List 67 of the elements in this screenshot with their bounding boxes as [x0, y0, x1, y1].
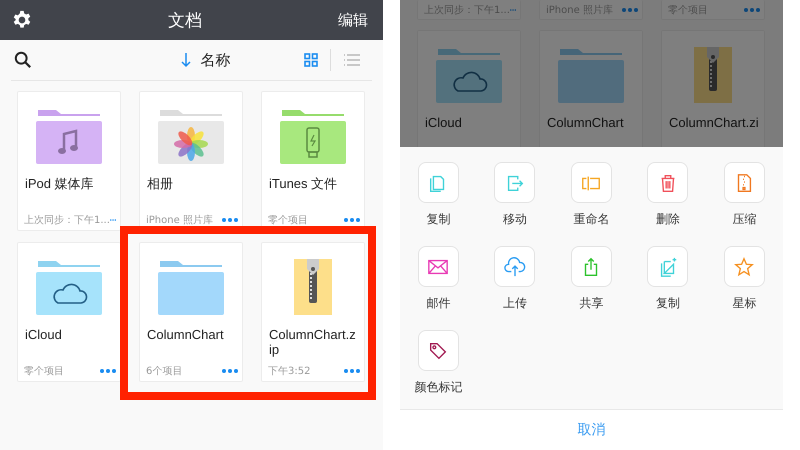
- action-label: 共享: [579, 295, 604, 311]
- usb-folder-icon: [280, 108, 346, 164]
- more-icon[interactable]: [344, 218, 360, 222]
- copy-button[interactable]: [418, 162, 459, 203]
- more-icon[interactable]: [100, 369, 116, 373]
- file-detail: 零个项目: [268, 214, 308, 227]
- action-label: 删除: [656, 211, 680, 227]
- search-icon[interactable]: [14, 51, 32, 69]
- zip-file-button[interactable]: [724, 162, 765, 203]
- action-label: 颜色标记: [414, 379, 462, 395]
- file-name: ColumnChart.zi: [669, 115, 760, 132]
- copy-plus-button[interactable]: [647, 246, 688, 287]
- more-icon[interactable]: [222, 218, 238, 222]
- file-name: ColumnChart.zip: [269, 327, 357, 359]
- action-label: 压缩: [732, 211, 756, 227]
- screen-title: 文档: [168, 10, 202, 32]
- folder-icon: [558, 47, 624, 103]
- file-detail: 6个项目: [146, 365, 182, 378]
- more-icon[interactable]: [510, 8, 516, 12]
- file-card[interactable]: iCloud 零个项目: [17, 242, 121, 382]
- move-button[interactable]: [494, 162, 536, 203]
- file-name: ColumnChart: [547, 115, 625, 132]
- cloud-upload-icon: [504, 256, 526, 278]
- action-label: 上传: [502, 295, 527, 311]
- file-name: 相册: [147, 176, 174, 193]
- file-detail: iPhone 照片库: [146, 214, 213, 227]
- action-label: 邮件: [426, 295, 450, 311]
- action-label: 复制: [426, 211, 450, 227]
- share-button[interactable]: [570, 246, 612, 287]
- star-button[interactable]: [724, 246, 765, 287]
- music-folder-icon: [36, 108, 102, 164]
- file-card[interactable]: iPod 媒体库 上次同步：下午1...: [17, 91, 121, 231]
- edit-button[interactable]: 编辑: [338, 10, 368, 30]
- action-label: 移动: [502, 211, 527, 227]
- settings-icon[interactable]: [12, 10, 32, 30]
- sort-button[interactable]: 名称: [180, 50, 230, 70]
- more-icon[interactable]: [110, 218, 116, 222]
- file-detail: 零个项目: [24, 365, 64, 378]
- folder-icon: [158, 259, 224, 315]
- action-label: 重命名: [573, 211, 610, 227]
- file-card[interactable]: ColumnChart.zip 下午3:52: [261, 242, 365, 382]
- file-card[interactable]: ColumnChart 6个项目: [139, 242, 243, 382]
- list-view-icon[interactable]: [343, 53, 361, 67]
- action-label: 星标: [732, 295, 756, 311]
- file-detail: 上次同步：下午1...: [24, 214, 110, 227]
- file-name: iPod 媒体库: [25, 176, 95, 193]
- trash-button[interactable]: [647, 162, 688, 203]
- file-detail: 下午3:52: [268, 365, 310, 378]
- more-icon[interactable]: [344, 369, 360, 373]
- star-icon: [733, 256, 756, 278]
- cloud-folder-icon: [436, 47, 502, 103]
- envelope-button[interactable]: [418, 246, 459, 287]
- action-label: 复制: [656, 295, 680, 311]
- cloud-folder-icon: [36, 259, 102, 315]
- cloud-upload-button[interactable]: [494, 246, 536, 287]
- file-name: iTunes 文件: [269, 176, 338, 193]
- grid-view-icon[interactable]: [304, 53, 318, 67]
- file-name: ColumnChart: [147, 327, 225, 344]
- more-icon[interactable]: [744, 8, 760, 12]
- rename-button[interactable]: [570, 162, 612, 203]
- file-name: iCloud: [25, 327, 63, 344]
- photos-folder-icon: [158, 108, 224, 164]
- more-icon[interactable]: [622, 8, 638, 12]
- tag-button[interactable]: [418, 330, 459, 371]
- file-name: iCloud: [425, 115, 463, 132]
- down-arrow-icon: [180, 52, 190, 68]
- more-icon[interactable]: [222, 369, 238, 373]
